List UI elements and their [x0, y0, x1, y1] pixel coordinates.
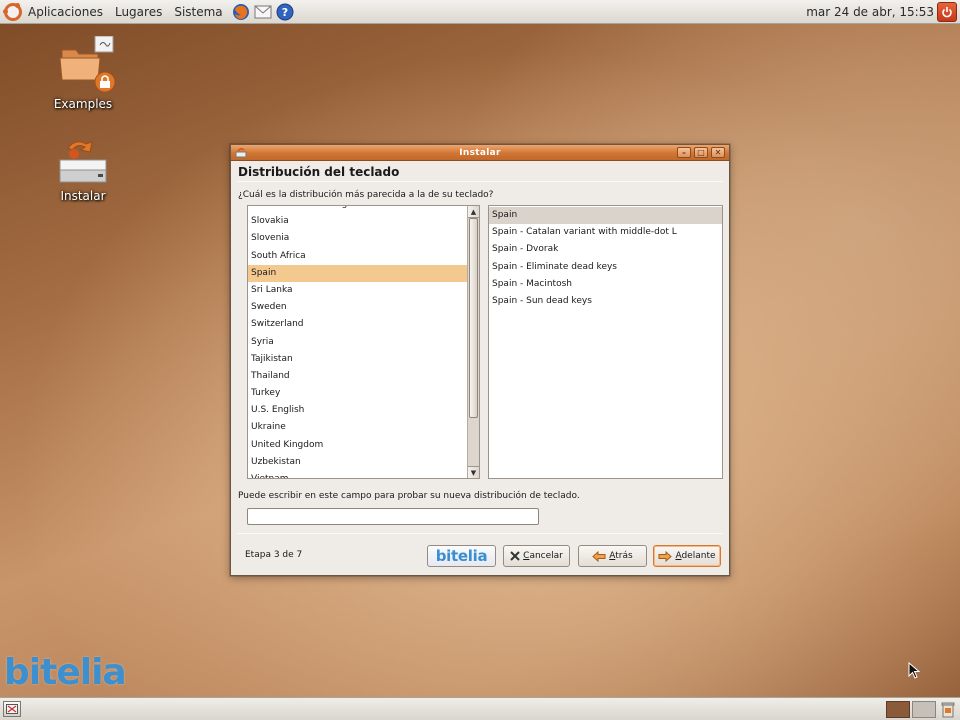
country-list-item[interactable]: Syria — [248, 334, 468, 351]
bitelia-button[interactable]: bitelia — [427, 545, 496, 567]
scroll-thumb[interactable] — [469, 218, 478, 418]
page-heading: Distribución del teclado — [238, 165, 400, 179]
country-list-item[interactable]: Slovakia — [248, 213, 468, 230]
variant-list-item[interactable]: Spain - Dvorak — [489, 241, 722, 258]
test-hint: Puede escribir en este campo para probar… — [238, 491, 580, 501]
country-list-item[interactable]: Switzerland — [248, 316, 468, 333]
country-list-scrollbar[interactable]: ▲ ▼ — [467, 206, 479, 478]
back-button-label: Atrás — [609, 551, 633, 561]
country-list-item[interactable]: Sweden — [248, 299, 468, 316]
mail-launcher-icon[interactable] — [253, 2, 273, 22]
power-icon — [942, 7, 952, 18]
country-list-item[interactable]: U.S. English — [248, 402, 468, 419]
variant-list-item[interactable]: Spain - Sun dead keys — [489, 293, 722, 310]
help-launcher-icon[interactable]: ? — [275, 2, 295, 22]
examples-label: Examples — [53, 97, 113, 111]
workspace-1[interactable] — [886, 701, 910, 718]
country-list-item[interactable]: South Africa — [248, 248, 468, 265]
window-title: Instalar — [459, 148, 501, 158]
show-desktop-button[interactable] — [3, 701, 21, 717]
separator — [237, 181, 723, 182]
country-rows: Serbia and MontenegroSlovakiaSloveniaSou… — [248, 206, 468, 478]
bitelia-button-label: bitelia — [435, 547, 488, 565]
corner-logo: bitelia — [4, 652, 127, 693]
cancel-icon — [510, 551, 520, 561]
separator — [237, 533, 723, 534]
power-button[interactable] — [937, 2, 957, 22]
step-indicator: Etapa 3 de 7 — [245, 550, 303, 560]
country-list-item[interactable]: Vietnam — [248, 471, 468, 478]
variant-list-item[interactable]: Spain - Catalan variant with middle-dot … — [489, 224, 722, 241]
mouse-pointer-icon — [908, 662, 921, 679]
cancel-button[interactable]: Cancelar — [503, 545, 570, 567]
workspace-2[interactable] — [912, 701, 936, 718]
bottom-panel — [0, 697, 960, 720]
back-button[interactable]: Atrás — [578, 545, 647, 567]
window-titlebar[interactable]: Instalar – □ ✕ — [231, 145, 729, 161]
country-list-item[interactable]: Spain — [248, 264, 468, 282]
system-menu[interactable]: Sistema — [168, 0, 228, 24]
country-list-item[interactable]: Sri Lanka — [248, 282, 468, 299]
ubuntu-logo-icon — [3, 2, 22, 21]
trash-icon[interactable] — [940, 701, 956, 718]
country-list-item[interactable]: Uzbekistan — [248, 454, 468, 471]
country-list[interactable]: Serbia and MontenegroSlovakiaSloveniaSou… — [247, 205, 480, 479]
keyboard-test-input[interactable] — [247, 508, 539, 525]
top-panel: Aplicaciones Lugares Sistema ? mar 24 de… — [0, 0, 960, 24]
country-list-item[interactable]: Tajikistan — [248, 351, 468, 368]
applications-menu[interactable]: Aplicaciones — [0, 0, 109, 24]
show-desktop-icon — [6, 704, 18, 714]
variant-rows: Spain Spain - Catalan variant with middle… — [489, 206, 722, 310]
install-desktop-icon[interactable]: Instalar — [48, 138, 118, 203]
variant-list-item[interactable]: Spain - Eliminate dead keys — [489, 259, 722, 276]
layout-question: ¿Cuál es la distribución más parecida a … — [238, 190, 494, 200]
country-list-item[interactable]: Slovenia — [248, 230, 468, 247]
arrow-right-icon — [658, 550, 673, 562]
folder-icon — [59, 35, 116, 93]
variant-list[interactable]: Spain Spain - Catalan variant with middle… — [488, 205, 723, 479]
scroll-up-arrow[interactable]: ▲ — [468, 206, 479, 218]
applications-menu-label: Aplicaciones — [28, 4, 103, 19]
maximize-button[interactable]: □ — [694, 147, 708, 158]
installer-icon — [59, 141, 107, 183]
country-list-item[interactable]: Serbia and Montenegro — [248, 206, 468, 213]
variant-list-item[interactable]: Spain — [489, 207, 722, 225]
scroll-down-arrow[interactable]: ▼ — [468, 466, 479, 478]
installer-window: Instalar – □ ✕ Distribución del teclado … — [230, 144, 730, 576]
examples-desktop-icon[interactable]: Examples — [48, 35, 118, 111]
country-list-item[interactable]: Turkey — [248, 385, 468, 402]
arrow-left-icon — [592, 550, 606, 562]
system-menu-label: Sistema — [174, 4, 223, 19]
clock[interactable]: mar 24 de abr, 15:53 — [806, 0, 934, 24]
places-menu[interactable]: Lugares — [109, 0, 168, 24]
forward-button[interactable]: Adelante — [653, 545, 721, 567]
country-list-item[interactable]: Thailand — [248, 368, 468, 385]
install-label: Instalar — [60, 189, 106, 203]
firefox-launcher-icon[interactable] — [231, 2, 251, 22]
minimize-button[interactable]: – — [677, 147, 691, 158]
variant-list-item[interactable]: Spain - Macintosh — [489, 276, 722, 293]
country-list-item[interactable]: United Kingdom — [248, 437, 468, 454]
close-button[interactable]: ✕ — [711, 147, 725, 158]
svg-text:?: ? — [281, 6, 287, 19]
country-list-item[interactable]: Ukraine — [248, 419, 468, 436]
places-menu-label: Lugares — [114, 4, 163, 19]
cancel-button-label: Cancelar — [523, 551, 563, 561]
forward-button-label: Adelante — [675, 551, 716, 561]
